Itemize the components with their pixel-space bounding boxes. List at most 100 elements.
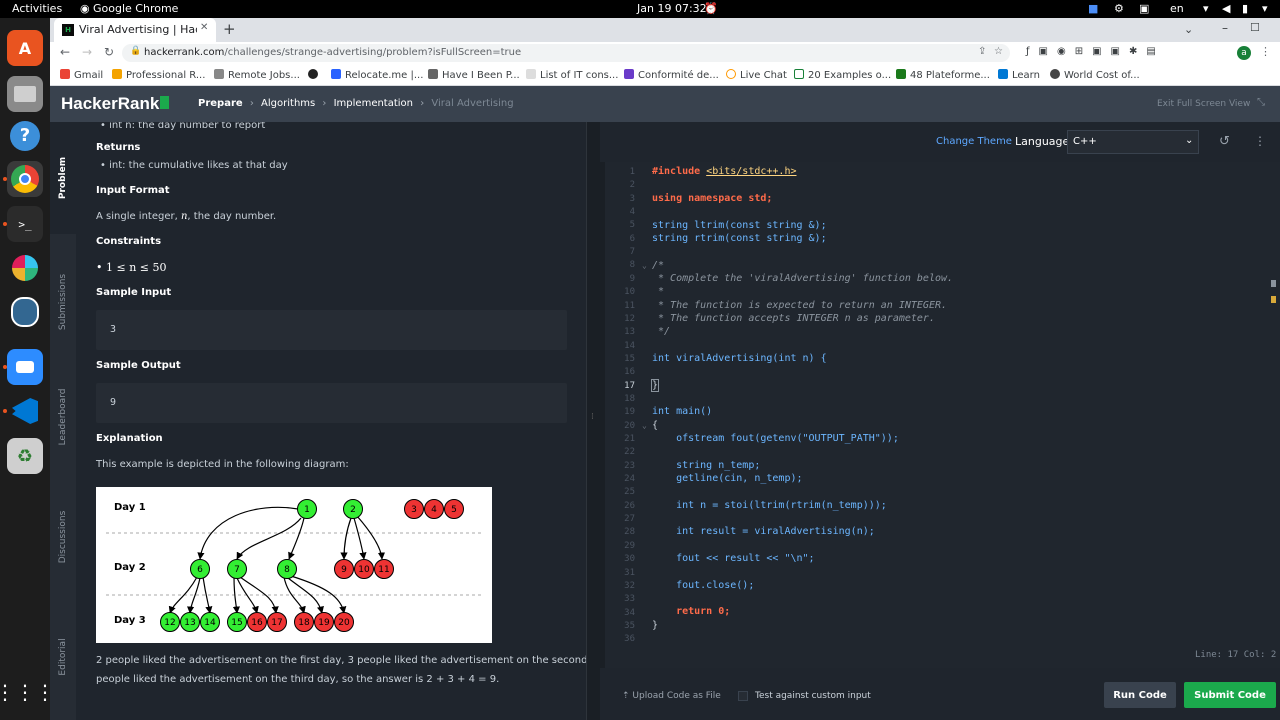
line-number: 30 [624,554,635,565]
token: <bits/stdc++.h> [706,166,797,177]
more-options-icon[interactable]: ⋮ [1254,134,1266,148]
code-line: string n_temp; [652,460,761,471]
zoom-icon[interactable] [7,349,43,385]
history-icon[interactable]: ↺ [1219,134,1230,149]
browser-tab[interactable]: H Viral Advertising | Hacker ✕ [54,18,216,42]
maximize-icon[interactable]: ☐ [1250,21,1260,34]
sample-output-box[interactable]: 9 [96,383,567,423]
screen-icon[interactable]: ▣ [1139,2,1149,15]
volume-icon[interactable]: ◀ [1222,2,1230,15]
run-code-button[interactable]: Run Code [1104,682,1176,708]
gmail-icon [60,69,70,79]
exit-fullscreen-link[interactable]: Exit Full Screen View [1157,99,1250,109]
bookmark-world-cost[interactable]: World Cost of... [1050,69,1140,81]
tab-search-icon[interactable]: ⌄ [1184,23,1193,36]
slack-icon[interactable] [7,250,43,286]
line-number: 16 [624,367,635,378]
bookmark-star-icon[interactable]: ☆ [994,46,1003,57]
tab-problem[interactable]: Problem [50,122,76,234]
back-icon[interactable]: ← [60,45,70,59]
upload-code-button[interactable]: ⇡ Upload Code as File [622,691,721,701]
bookmark-label: 20 Examples o... [808,70,892,81]
new-tab-button[interactable]: + [223,20,236,38]
bookmark-48-plateforme[interactable]: 48 Plateforme... [896,69,990,81]
bookmark-relocate[interactable]: Relocate.me |... [331,69,423,81]
tab-editorial[interactable]: Editorial [50,602,76,712]
pane-divider[interactable]: ⁞ [586,122,600,720]
custom-input-label[interactable]: Test against custom input [755,691,871,701]
reload-icon[interactable]: ↻ [104,45,114,59]
bookmark-professional[interactable]: Professional R... [112,69,205,81]
bookmark-gmail[interactable]: Gmail [60,69,103,81]
url-text[interactable]: hackerrank.com/challenges/strange-advert… [144,47,521,58]
bookmark-conformite[interactable]: Conformité de... [624,69,719,81]
files-icon[interactable] [7,76,43,112]
code-line: fout.close(); [652,580,755,591]
fold-icon[interactable]: ⌄ [642,261,647,270]
collapse-icon[interactable]: ⤡ [1257,97,1265,108]
hackerrank-logo[interactable]: HackerRank [61,94,170,114]
close-tab-icon[interactable]: ✕ [200,22,208,33]
software-center-icon[interactable]: A [7,30,43,66]
battery-icon[interactable]: ▮ [1242,2,1248,15]
code-line: * Complete the 'viralAdvertising' functi… [652,273,954,284]
profile-avatar[interactable]: a [1237,46,1251,60]
bookmark-remote-jobs[interactable]: Remote Jobs... [214,69,300,81]
submit-code-button[interactable]: Submit Code [1184,682,1276,708]
drag-handle-icon[interactable]: ⁞ [591,412,594,422]
tab-discussions[interactable]: Discussions [50,482,76,592]
help-icon[interactable]: ? [7,118,43,154]
extension-icons[interactable]: ƒ▣◉⊞▣▣✱▤ [1026,46,1165,57]
postgres-icon[interactable] [7,294,43,330]
breadcrumb-algorithms[interactable]: Algorithms [261,98,315,109]
custom-input-checkbox[interactable] [738,691,748,701]
bookmark-live-chat[interactable]: Live Chat [726,69,787,81]
bookmark-learn[interactable]: Learn [998,69,1040,81]
line-number: 13 [624,327,635,338]
address-bar[interactable]: 🔒 hackerrank.com/challenges/strange-adve… [122,44,1010,62]
scrollbar-marker[interactable] [1271,296,1276,303]
scrollbar-marker[interactable] [1271,280,1276,287]
wifi-icon[interactable]: ▾ [1203,2,1209,15]
chrome-dock-icon[interactable] [7,161,43,197]
breadcrumb-implementation[interactable]: Implementation [334,98,413,109]
bookmark-favicon [308,69,318,79]
line-number: 18 [624,393,635,404]
change-theme-link[interactable]: Change Theme [936,136,1012,147]
code-editor[interactable]: 1 2 3 4 5 6 7 8 9 10 11 12 13 14 15 16 17 18 19 20 21 22 23 24 2… [605,162,1280,668]
forward-icon[interactable]: → [82,45,92,59]
sample-output-value: 9 [110,397,117,408]
tab-submissions[interactable]: Submissions [50,237,76,367]
bookmark-unnamed[interactable] [308,69,322,81]
activities-button[interactable]: Activities [12,2,62,15]
zoom-tray-icon[interactable]: ■ [1088,2,1098,15]
minimize-icon[interactable]: – [1222,21,1228,35]
breadcrumb: Prepare › Algorithms › Implementation › … [198,98,514,109]
line-number: 11 [624,300,635,311]
tray-icon[interactable]: ⚙ [1114,2,1124,15]
day2-label: Day 2 [114,562,146,573]
language-indicator[interactable]: en [1170,2,1184,15]
vscode-icon[interactable] [7,393,43,429]
line-number: 9 [629,273,635,284]
chrome-menu-icon[interactable]: ⋮ [1260,45,1271,58]
bookmark-it-cons[interactable]: List of IT cons... [526,69,618,81]
alarm-icon: ⏰ [704,2,718,15]
power-menu-icon[interactable]: ▾ [1262,2,1268,15]
explanation-line-1: 2 people liked the advertisement on the … [96,655,586,666]
breadcrumb-prepare[interactable]: Prepare [198,98,243,109]
bookmark-hibp[interactable]: Have I Been P... [428,69,520,81]
active-app-name[interactable]: Google Chrome [93,2,178,15]
terminal-icon[interactable]: >_ [7,206,43,242]
share-icon[interactable]: ⇪ [978,46,986,57]
fold-icon[interactable]: ⌄ [642,421,647,430]
clock[interactable]: Jan 19 07:32 [637,2,707,15]
bookmark-favicon [1050,69,1060,79]
language-select[interactable]: C++ ⌄ [1067,130,1199,154]
tab-leaderboard[interactable]: Leaderboard [50,362,76,472]
sample-input-box[interactable]: 3 [96,310,567,350]
show-apps-icon[interactable]: ⋮⋮⋮ [0,674,55,710]
lock-icon[interactable]: 🔒 [130,46,141,56]
trash-icon[interactable]: ♻ [7,438,43,474]
bookmark-20-examples[interactable]: 20 Examples o... [794,69,891,81]
